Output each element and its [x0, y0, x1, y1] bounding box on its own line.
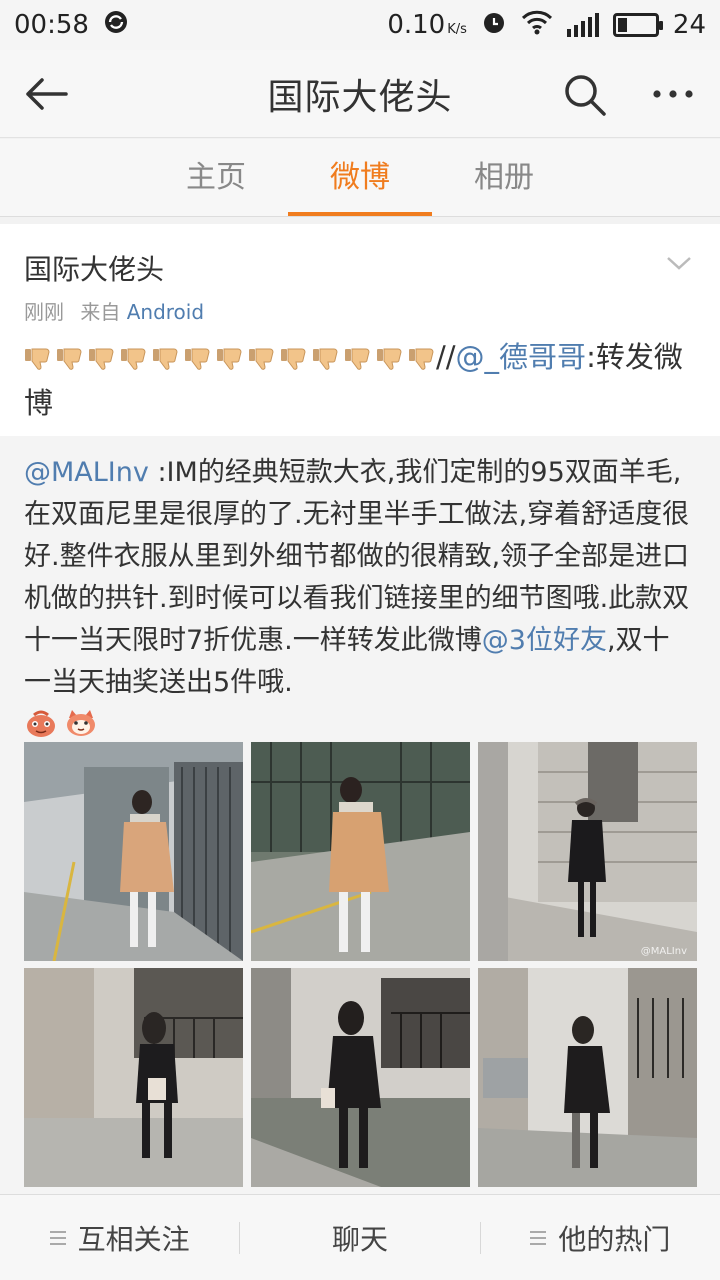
thumbs-down-icon [57, 348, 82, 370]
mutual-follow-button[interactable]: 互相关注 [0, 1218, 239, 1258]
thumbs-down-icon [121, 348, 146, 370]
thumbs-down-icon [281, 348, 306, 370]
photo-watermark: @MALInv [640, 946, 687, 957]
sync-icon [103, 9, 129, 42]
mutual-follow-label: 互相关注 [77, 1222, 190, 1256]
photo-thumbnail[interactable] [251, 742, 470, 961]
retweet-author-link[interactable]: @MALInv [24, 457, 149, 488]
search-icon[interactable] [562, 72, 608, 118]
net-speed-unit: K/s [447, 22, 467, 37]
chevron-down-icon[interactable] [664, 252, 694, 274]
signal-icon [566, 13, 599, 37]
post-author[interactable]: 国际大佬头 [24, 248, 696, 288]
photo-grid: @MALInv [24, 742, 697, 1187]
tab-home[interactable]: 主页 [144, 139, 288, 216]
profile-tabs: 主页 微博 相册 [0, 139, 720, 217]
post-card[interactable]: 国际大佬头 刚刚 来自 Android //@_德哥哥:转发微博 @MALInv… [0, 224, 720, 1194]
post-meta: 刚刚 来自 Android [24, 296, 696, 325]
photo-image [478, 742, 697, 961]
photo-image [24, 742, 243, 961]
menu-icon [530, 1230, 547, 1245]
hot-posts-label: 他的热门 [558, 1222, 671, 1256]
thumbs-down-icon [345, 348, 370, 370]
photo-thumbnail[interactable] [251, 968, 470, 1187]
thumbs-down-icon [89, 348, 114, 370]
photo-image [478, 968, 697, 1187]
menu-icon [49, 1230, 66, 1245]
chat-label: 聊天 [331, 1222, 388, 1256]
bottom-bar: 互相关注 聊天 他的热门 [0, 1194, 720, 1280]
post-time: 刚刚 [24, 300, 64, 324]
status-bar: 00:58 0.10 K/s 24 [0, 0, 720, 50]
post-source[interactable]: Android [127, 300, 204, 324]
photo-image [251, 742, 470, 961]
photo-thumbnail[interactable] [24, 742, 243, 961]
page-title: 国际大佬头 [267, 76, 453, 118]
thumbs-down-icon [377, 348, 402, 370]
post-source-prefix: 来自 [80, 300, 121, 324]
photo-thumbnail[interactable] [24, 968, 243, 1187]
status-time: 00:58 [14, 10, 89, 40]
more-icon[interactable] [648, 76, 698, 112]
mention-link[interactable]: @_德哥哥 [456, 340, 587, 374]
retweeted-post[interactable]: @MALInv :IM的经典短款大衣,我们定制的95双面羊毛,在双面尼里是很厚的… [0, 436, 720, 1194]
wifi-icon [521, 9, 553, 42]
tab-album[interactable]: 相册 [432, 139, 576, 216]
hot-posts-button[interactable]: 他的热门 [481, 1218, 720, 1258]
photo-image [251, 968, 470, 1187]
thumbs-down-icon [25, 348, 50, 370]
thumbs-down-emoji-row [24, 347, 436, 371]
post-header: 国际大佬头 刚刚 来自 Android [24, 248, 696, 325]
post-text: //@_德哥哥:转发微博 [24, 334, 696, 426]
thumbs-down-icon [185, 348, 210, 370]
thumbs-down-icon [249, 348, 274, 370]
net-speed-value: 0.10 [387, 10, 446, 40]
thumbs-down-icon [313, 348, 338, 370]
photo-image [24, 968, 243, 1187]
battery-percent: 24 [672, 10, 706, 40]
photo-thumbnail[interactable] [478, 968, 697, 1187]
thumbs-down-icon [153, 348, 178, 370]
tab-weibo[interactable]: 微博 [288, 139, 432, 216]
retweet-text: @MALInv :IM的经典短款大衣,我们定制的95双面羊毛,在双面尼里是很厚的… [24, 452, 696, 751]
battery-fill [617, 18, 627, 32]
post-text-separator: // [436, 340, 456, 374]
chat-button[interactable]: 聊天 [240, 1218, 479, 1258]
friends-link[interactable]: @3位好友 [482, 625, 607, 656]
thumbs-down-icon [409, 348, 434, 370]
alarm-icon [481, 9, 507, 42]
nav-bar: 国际大佬头 [0, 50, 720, 138]
photo-thumbnail[interactable]: @MALInv [478, 742, 697, 961]
net-speed: 0.10 K/s [387, 10, 467, 40]
thumbs-down-icon [217, 348, 242, 370]
battery-icon [612, 13, 663, 37]
